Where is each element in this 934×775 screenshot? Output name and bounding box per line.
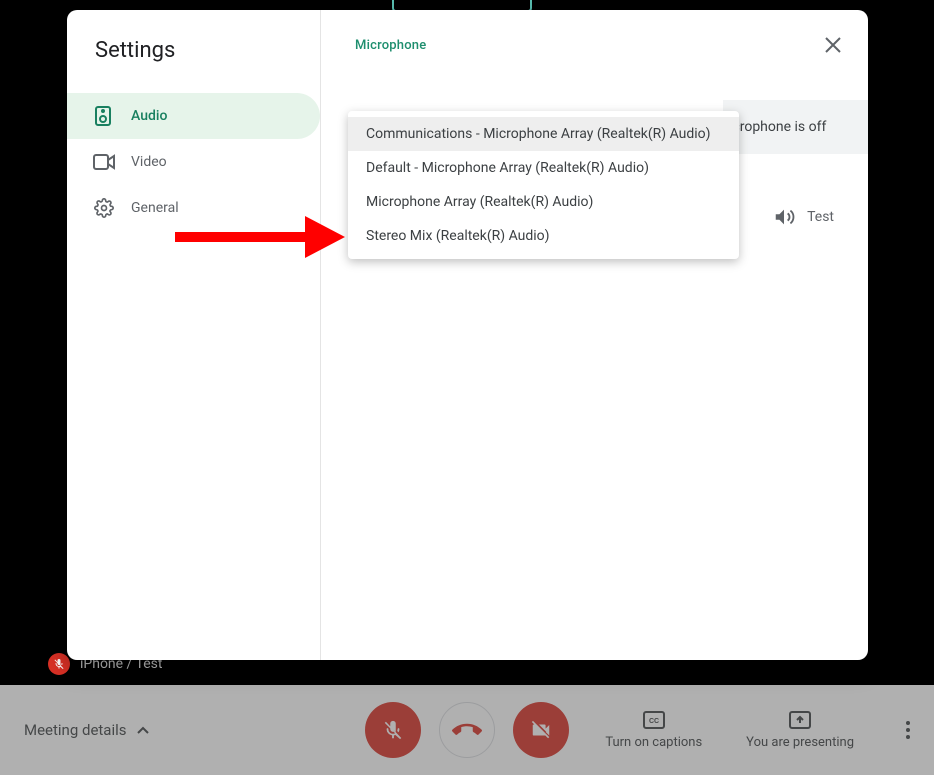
captions-label: Turn on captions — [605, 735, 702, 750]
present-button[interactable]: You are presenting — [746, 711, 854, 750]
settings-content: Microphone icrophone is off Test — [321, 10, 868, 660]
microphone-off-banner: icrophone is off — [723, 100, 868, 154]
hangup-button[interactable] — [439, 702, 495, 758]
sidebar-item-general[interactable]: General — [67, 185, 320, 231]
microphone-off-text: icrophone is off — [729, 119, 826, 135]
volume-icon — [773, 206, 795, 228]
sidebar-item-video[interactable]: Video — [67, 139, 320, 185]
microphone-option[interactable]: Microphone Array (Realtek(R) Audio) — [348, 185, 739, 219]
captions-icon: CC — [643, 711, 665, 729]
microphone-dropdown: Communications - Microphone Array (Realt… — [348, 111, 739, 259]
meeting-details-button[interactable]: Meeting details — [0, 721, 149, 739]
present-screen-icon — [789, 711, 811, 729]
microphone-option[interactable]: Communications - Microphone Array (Realt… — [348, 117, 739, 151]
sidebar-item-audio[interactable]: Audio — [67, 93, 320, 139]
present-label: You are presenting — [746, 735, 854, 750]
sidebar-item-label: Video — [131, 154, 167, 170]
microphone-option[interactable]: Default - Microphone Array (Realtek(R) A… — [348, 151, 739, 185]
settings-dialog: Settings Audio Video — [67, 10, 868, 660]
captions-button[interactable]: CC Turn on captions — [605, 711, 702, 750]
speaker-test-button[interactable]: Test — [773, 206, 834, 228]
meeting-details-label: Meeting details — [24, 721, 127, 739]
microphone-option[interactable]: Stereo Mix (Realtek(R) Audio) — [348, 219, 739, 253]
video-camera-icon — [93, 151, 115, 173]
speaker-icon — [93, 105, 115, 127]
microphone-section-label: Microphone — [349, 38, 844, 53]
mute-mic-button[interactable] — [365, 702, 421, 758]
right-toolbar: CC Turn on captions You are presenting — [605, 711, 918, 750]
sidebar-item-label: Audio — [131, 108, 167, 124]
camera-off-button[interactable] — [513, 702, 569, 758]
bottom-toolbar: Meeting details — [0, 685, 934, 775]
close-button[interactable] — [818, 30, 848, 60]
test-label: Test — [807, 209, 834, 225]
more-options-button[interactable] — [898, 713, 918, 747]
gear-icon — [93, 197, 115, 219]
settings-title: Settings — [67, 38, 320, 93]
svg-text:CC: CC — [649, 718, 659, 725]
chevron-up-icon — [137, 726, 149, 734]
settings-sidebar: Settings Audio Video — [67, 10, 321, 660]
sidebar-item-label: General — [131, 200, 179, 216]
call-controls — [365, 702, 569, 758]
